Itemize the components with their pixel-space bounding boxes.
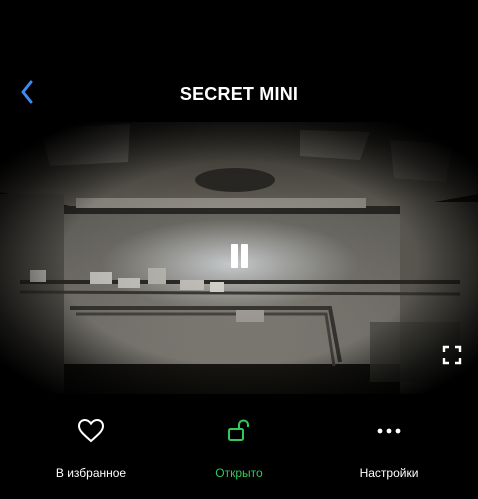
page-title: SECRET MINI [179, 84, 299, 104]
lock-status-button[interactable]: Открыто [174, 404, 304, 484]
video-player[interactable] [0, 122, 478, 394]
pause-icon-bar [241, 244, 248, 268]
pause-icon [231, 244, 238, 268]
settings-button[interactable]: Настройки [324, 404, 454, 484]
action-bar: В избранное Открыто Настройки [0, 394, 478, 499]
pause-button[interactable] [224, 240, 254, 274]
favorite-button[interactable]: В избранное [26, 404, 156, 484]
fullscreen-icon [442, 345, 462, 365]
fullscreen-button[interactable] [440, 343, 464, 367]
heart-icon [76, 416, 106, 446]
more-icon [374, 416, 404, 446]
settings-label: Настройки [359, 466, 419, 480]
favorite-label: В избранное [55, 466, 127, 480]
lock-status-label: Открыто [215, 466, 263, 480]
top-bar: SECRET MINI [0, 0, 478, 122]
unlock-icon [224, 416, 254, 446]
